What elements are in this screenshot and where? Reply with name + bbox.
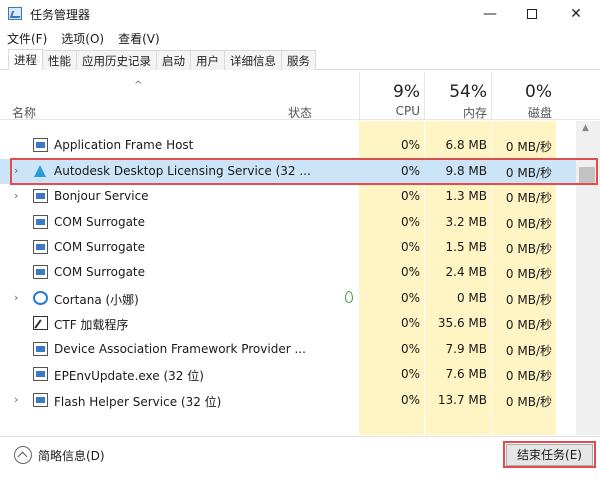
window-app-icon: [33, 342, 48, 356]
column-name[interactable]: 名称: [12, 104, 36, 121]
memory-value: 2.4 MB: [445, 265, 487, 279]
disk-value: 0 MB/秒: [505, 242, 552, 256]
annotation-box-end-task: [503, 441, 596, 468]
memory-value: 13.7 MB: [437, 393, 487, 407]
window-title: 任务管理器: [30, 8, 91, 22]
tab-performance[interactable]: 性能: [42, 50, 77, 70]
cpu-value: 0%: [400, 367, 420, 381]
process-name: COM Surrogate: [54, 215, 146, 229]
cpu-value: 0%: [400, 240, 420, 254]
process-name: COM Surrogate: [54, 240, 146, 254]
process-name: EPEnvUpdate.exe (32 位): [54, 369, 204, 383]
memory-value: 6.8 MB: [445, 138, 487, 152]
process-name: COM Surrogate: [54, 265, 146, 279]
disk-value: 0 MB/秒: [505, 395, 552, 409]
table-row[interactable]: COM Surrogate 0% 3.2 MB 0 MB/秒: [0, 210, 576, 235]
fewer-details-link[interactable]: 简略信息(D): [38, 447, 105, 464]
tab-startup[interactable]: 启动: [156, 50, 191, 70]
disk-value: 0 MB/秒: [505, 369, 552, 383]
menu-bar: 文件(F) 选项(O) 查看(V): [0, 28, 600, 48]
tab-bar: 进程 性能 应用历史记录 启动 用户 详细信息 服务: [0, 48, 600, 70]
window-app-icon: [33, 393, 48, 407]
process-name: CTF 加载程序: [54, 318, 129, 332]
disk-percent[interactable]: 0%: [492, 82, 552, 102]
memory-value: 1.3 MB: [445, 189, 487, 203]
window-app-icon: [33, 240, 48, 254]
cpu-value: 0%: [400, 265, 420, 279]
scroll-up-icon[interactable]: ▲: [582, 123, 589, 133]
table-row[interactable]: COM Surrogate 0% 2.4 MB 0 MB/秒: [0, 260, 576, 285]
tab-app-history[interactable]: 应用历史记录: [76, 50, 157, 70]
window-app-icon: [33, 215, 48, 229]
memory-value: 1.5 MB: [445, 240, 487, 254]
maximize-button[interactable]: [510, 0, 554, 28]
column-cpu[interactable]: CPU: [360, 104, 420, 118]
window-app-icon: [33, 265, 48, 279]
process-name: Application Frame Host: [54, 138, 194, 152]
disk-value: 0 MB/秒: [505, 191, 552, 205]
cpu-value: 0%: [400, 291, 420, 305]
process-name: Flash Helper Service (32 位): [54, 395, 222, 409]
memory-value: 3.2 MB: [445, 215, 487, 229]
memory-percent[interactable]: 54%: [425, 82, 487, 102]
disk-value: 0 MB/秒: [505, 217, 552, 231]
window-app-icon: [33, 367, 48, 381]
memory-value: 7.6 MB: [445, 367, 487, 381]
column-header: ^ 名称 状态 9% CPU 54% 内存 0% 磁盘: [0, 72, 600, 120]
cortana-icon: [33, 291, 48, 305]
table-row[interactable]: Device Association Framework Provider ..…: [0, 337, 576, 362]
process-name: Cortana (小娜): [54, 293, 139, 307]
table-row[interactable]: Application Frame Host 0% 6.8 MB 0 MB/秒: [0, 133, 576, 158]
column-memory[interactable]: 内存: [425, 104, 487, 121]
cpu-value: 0%: [400, 138, 420, 152]
cpu-value: 0%: [400, 342, 420, 356]
expand-chevron-icon[interactable]: ›: [14, 393, 18, 406]
tab-details[interactable]: 详细信息: [224, 50, 282, 70]
task-manager-icon: [8, 7, 22, 20]
leaf-icon: [345, 291, 353, 303]
table-row[interactable]: › Cortana (小娜) 0% 0 MB 0 MB/秒: [0, 286, 576, 311]
cpu-percent[interactable]: 9%: [360, 82, 420, 102]
window-app-icon: [33, 138, 48, 152]
disk-value: 0 MB/秒: [505, 318, 552, 332]
column-status[interactable]: 状态: [288, 104, 312, 121]
process-name: Bonjour Service: [54, 189, 149, 203]
tab-processes[interactable]: 进程: [8, 49, 43, 70]
annotation-box-selected-row: [10, 158, 598, 185]
cpu-value: 0%: [400, 393, 420, 407]
table-row[interactable]: EPEnvUpdate.exe (32 位) 0% 7.6 MB 0 MB/秒: [0, 362, 576, 387]
expand-chevron-icon[interactable]: ›: [14, 291, 18, 304]
table-row[interactable]: CTF 加载程序 0% 35.6 MB 0 MB/秒: [0, 311, 576, 336]
minimize-button[interactable]: —: [468, 0, 512, 28]
cpu-value: 0%: [400, 215, 420, 229]
maximize-icon: [527, 9, 537, 19]
ctf-loader-icon: [33, 316, 48, 330]
memory-value: 35.6 MB: [437, 316, 487, 330]
sort-arrow-icon[interactable]: ^: [134, 80, 142, 91]
table-row[interactable]: COM Surrogate 0% 1.5 MB 0 MB/秒: [0, 235, 576, 260]
memory-value: 0 MB: [456, 291, 487, 305]
menu-view[interactable]: 查看(V): [111, 28, 167, 48]
expand-chevron-icon[interactable]: ›: [14, 189, 18, 202]
disk-value: 0 MB/秒: [505, 267, 552, 281]
disk-value: 0 MB/秒: [505, 140, 552, 154]
table-row[interactable]: › Flash Helper Service (32 位) 0% 13.7 MB…: [0, 388, 576, 413]
cpu-value: 0%: [400, 316, 420, 330]
memory-value: 7.9 MB: [445, 342, 487, 356]
title-bar: 任务管理器 — ✕: [0, 0, 600, 28]
tab-services[interactable]: 服务: [281, 50, 316, 70]
table-row[interactable]: › Bonjour Service 0% 1.3 MB 0 MB/秒: [0, 184, 576, 209]
tab-users[interactable]: 用户: [190, 50, 225, 70]
window-app-icon: [33, 189, 48, 203]
process-name: Device Association Framework Provider ..…: [54, 342, 306, 356]
cpu-value: 0%: [400, 189, 420, 203]
disk-value: 0 MB/秒: [505, 344, 552, 358]
close-button[interactable]: ✕: [554, 0, 598, 28]
menu-options[interactable]: 选项(O): [54, 28, 111, 48]
collapse-up-icon[interactable]: [14, 446, 32, 464]
disk-value: 0 MB/秒: [505, 293, 552, 307]
menu-file[interactable]: 文件(F): [0, 28, 54, 48]
column-disk[interactable]: 磁盘: [492, 104, 552, 121]
